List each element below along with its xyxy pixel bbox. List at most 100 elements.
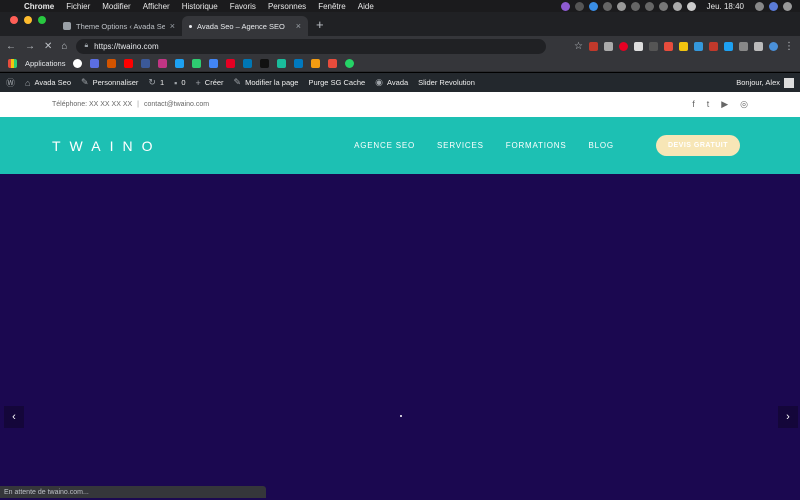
extension-icon-5[interactable]: [664, 41, 673, 51]
nav-agence-seo[interactable]: AGENCE SEO: [354, 141, 415, 150]
url-text[interactable]: https://twaino.com: [94, 42, 158, 51]
flag-icon[interactable]: [686, 1, 696, 11]
brush-icon: ✎: [81, 77, 89, 87]
home-button[interactable]: ⌂: [61, 41, 67, 52]
menu-personnes[interactable]: Personnes: [262, 2, 312, 11]
tab-avada-seo[interactable]: Avada Seo – Agence SEO ×: [182, 16, 308, 36]
stop-loading-button[interactable]: ✕: [44, 41, 52, 52]
wp-purge-cache[interactable]: Purge SG Cache: [308, 78, 365, 87]
menu-favoris[interactable]: Favoris: [224, 2, 262, 11]
status-icon-c[interactable]: [588, 1, 598, 11]
extension-icon-1[interactable]: [589, 41, 598, 51]
wp-comments[interactable]: ▪ 0: [174, 78, 185, 88]
instagram-icon[interactable]: ◎: [740, 99, 748, 110]
extension-icon-6[interactable]: [679, 41, 688, 51]
wifi-icon[interactable]: [672, 1, 682, 11]
status-icon-e[interactable]: [630, 1, 640, 11]
status-icon-f[interactable]: [644, 1, 654, 11]
status-icon-d[interactable]: [602, 1, 612, 11]
menu-afficher[interactable]: Afficher: [137, 2, 176, 11]
tab-close-icon[interactable]: ×: [296, 21, 301, 31]
menubar-clock[interactable]: Jeu. 18:40: [701, 2, 750, 11]
profile-avatar-icon[interactable]: [769, 41, 778, 51]
wp-slider-revolution[interactable]: Slider Revolution: [418, 78, 475, 87]
bookmark-icon-7[interactable]: [311, 59, 321, 68]
spotlight-search-icon[interactable]: [755, 1, 764, 11]
battery-icon[interactable]: [658, 1, 668, 11]
extension-icon-4[interactable]: [649, 41, 658, 51]
minimize-window-button[interactable]: [24, 15, 32, 24]
tab-theme-options[interactable]: Theme Options ‹ Avada Seo — ×: [56, 16, 182, 36]
status-icon-a[interactable]: [560, 1, 570, 11]
facebook-bookmark-icon[interactable]: [141, 59, 151, 68]
apps-grid-icon[interactable]: [8, 59, 17, 68]
lock-icon[interactable]: 🔒︎: [84, 42, 88, 50]
nav-formations[interactable]: FORMATIONS: [506, 141, 567, 150]
slider-next-button[interactable]: ›: [778, 406, 798, 428]
tab-close-icon[interactable]: ×: [170, 21, 175, 31]
wp-edit-page[interactable]: ✎ Modifier la page: [234, 77, 299, 88]
close-window-button[interactable]: [10, 15, 18, 24]
nav-services[interactable]: SERVICES: [437, 141, 484, 150]
whatsapp-bookmark-icon[interactable]: [345, 59, 355, 68]
extension-icon-7[interactable]: [694, 41, 703, 51]
pinterest-bookmark-icon[interactable]: [226, 59, 236, 68]
menu-fenetre[interactable]: Fenêtre: [312, 2, 352, 11]
wp-avada[interactable]: ◉ Avada: [375, 77, 408, 88]
bookmark-icon-4[interactable]: [209, 59, 219, 68]
trello-bookmark-icon[interactable]: [294, 59, 304, 68]
contact-email[interactable]: contact@twaino.com: [144, 101, 209, 108]
youtube-icon[interactable]: ▶: [721, 99, 728, 110]
extension-icon-11[interactable]: [754, 41, 763, 51]
wp-new-content[interactable]: + Créer: [196, 78, 224, 88]
menu-app-name[interactable]: Chrome: [18, 2, 60, 11]
extension-icon-8[interactable]: [709, 41, 718, 51]
notification-center-icon[interactable]: [783, 1, 792, 11]
google-bookmark-icon[interactable]: [73, 59, 83, 68]
bookmark-icon-6[interactable]: [277, 59, 287, 68]
slider-prev-button[interactable]: ‹: [4, 406, 24, 428]
pinterest-extension-icon[interactable]: [619, 41, 628, 51]
back-button[interactable]: ←: [6, 41, 16, 52]
bookmark-icon-3[interactable]: [192, 59, 202, 68]
new-tab-button[interactable]: +: [308, 17, 332, 36]
apps-bookmark[interactable]: Applications: [25, 59, 65, 68]
twitter-icon[interactable]: t: [707, 99, 710, 110]
wp-customize[interactable]: ✎ Personnaliser: [81, 77, 138, 88]
wordpress-logo-icon[interactable]: Ⓦ: [6, 76, 15, 89]
linkedin-bookmark-icon[interactable]: [243, 59, 253, 68]
pencil-icon: ✎: [233, 77, 242, 87]
maximize-window-button[interactable]: [38, 15, 46, 24]
bookmark-icon-5[interactable]: [260, 59, 270, 68]
address-bar[interactable]: 🔒︎ https://twaino.com: [76, 38, 547, 54]
wp-site-name[interactable]: ⌂ Avada Seo: [25, 78, 71, 88]
extension-icon-2[interactable]: [604, 41, 613, 51]
instagram-bookmark-icon[interactable]: [158, 59, 168, 68]
bookmark-icon-1[interactable]: [90, 59, 100, 68]
bookmark-icon-8[interactable]: [328, 59, 338, 68]
extension-icon-10[interactable]: [739, 41, 748, 51]
status-icon-b[interactable]: [574, 1, 584, 11]
twitter-bookmark-icon[interactable]: [175, 59, 185, 68]
bookmark-star-icon[interactable]: ☆: [574, 41, 583, 52]
facebook-icon[interactable]: f: [692, 99, 695, 110]
forward-button[interactable]: →: [25, 41, 35, 52]
nav-blog[interactable]: BLOG: [589, 141, 614, 150]
chrome-menu-icon[interactable]: ⋮: [784, 41, 794, 52]
wp-updates[interactable]: ↻ 1: [148, 77, 164, 88]
cloud-icon[interactable]: [616, 1, 626, 11]
site-logo[interactable]: TWAINO: [52, 138, 161, 154]
menu-aide[interactable]: Aide: [352, 2, 380, 11]
extension-icon-9[interactable]: [724, 41, 733, 51]
siri-icon[interactable]: [769, 1, 778, 11]
youtube-bookmark-icon[interactable]: [124, 59, 134, 68]
bookmark-icon-2[interactable]: [107, 59, 117, 68]
menu-fichier[interactable]: Fichier: [60, 2, 96, 11]
devis-gratuit-button[interactable]: DEVIS GRATUIT: [655, 135, 740, 156]
menu-historique[interactable]: Historique: [176, 2, 224, 11]
wp-account[interactable]: Bonjour, Alex: [736, 77, 794, 88]
wp-customize-label: Personnaliser: [92, 78, 139, 87]
extension-icon-3[interactable]: [634, 41, 643, 51]
contact-separator: |: [137, 101, 139, 108]
menu-modifier[interactable]: Modifier: [96, 2, 136, 11]
